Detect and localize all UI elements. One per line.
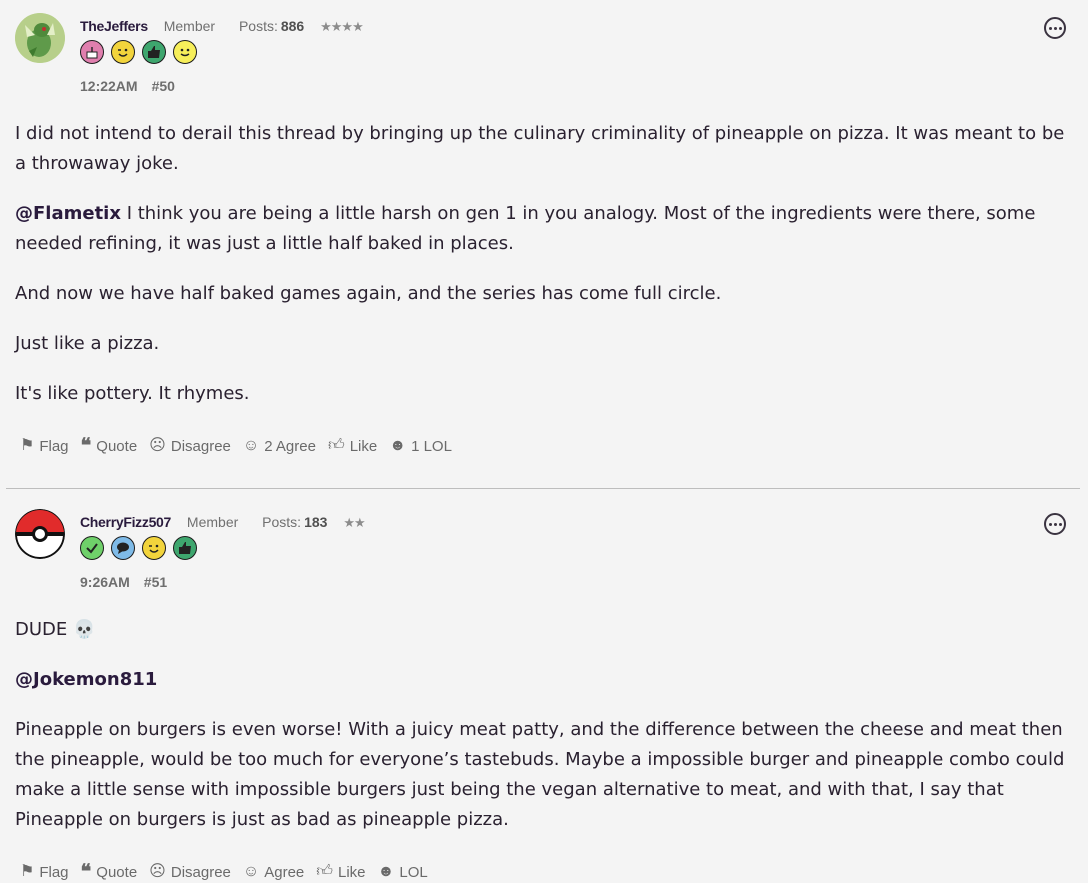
wink-badge-icon[interactable] — [142, 536, 166, 560]
post-time[interactable]: 12:22AM — [80, 78, 138, 94]
user-avatar-thejeffers[interactable] — [15, 13, 65, 63]
paragraph-text: I think you are being a little harsh on … — [15, 203, 1036, 254]
agree-button[interactable]: ☺ 2 Agree — [243, 438, 316, 455]
post-paragraph: And now we have half baked games again, … — [15, 279, 1068, 309]
wink-badge-icon[interactable] — [111, 40, 135, 64]
quote-label: Quote — [96, 437, 138, 455]
paragraph-text: Just like a pizza. — [15, 333, 160, 354]
laugh-icon: ☻ — [389, 437, 407, 454]
smile-badge-icon[interactable] — [173, 40, 197, 64]
like-button[interactable]: 👍︎ Like — [316, 864, 365, 881]
user-role: Member — [163, 18, 216, 34]
post-divider — [6, 488, 1080, 489]
flag-icon: ⚑ — [20, 863, 35, 880]
badge-list — [80, 536, 197, 560]
agree-label: 2 Agree — [264, 437, 316, 455]
flag-label: Flag — [39, 437, 69, 455]
rank-stars: ★★ — [343, 515, 365, 530]
post-paragraph: @Flametix I think you are being a little… — [15, 199, 1068, 259]
smile-icon: ☺ — [242, 437, 260, 454]
flag-button[interactable]: ⚑ Flag — [20, 864, 69, 881]
rank-stars: ★★★★ — [320, 19, 364, 34]
post-paragraph: I did not intend to derail this thread b… — [15, 119, 1068, 179]
lol-label: 1 LOL — [411, 437, 452, 455]
speech-badge-icon[interactable] — [111, 536, 135, 560]
posts-label: Posts: — [238, 18, 278, 34]
post-timestamp: 12:22AM #50 — [80, 78, 175, 94]
quote-button[interactable]: ❝ Quote — [81, 436, 138, 456]
paragraph-text: I did not intend to derail this thread b… — [15, 123, 1065, 174]
thumbs-up-badge-icon[interactable] — [173, 536, 197, 560]
smile-icon: ☺ — [242, 863, 260, 880]
posts-count: 183 — [304, 514, 328, 530]
cake-badge-icon[interactable] — [80, 40, 104, 64]
like-button[interactable]: 👍︎ Like — [328, 438, 377, 455]
like-label: Like — [338, 863, 366, 881]
like-label: Like — [349, 437, 378, 455]
paragraph-text: DUDE 💀 — [15, 619, 96, 640]
post-menu-button[interactable] — [1044, 17, 1066, 39]
user-avatar-cherryfizz507[interactable] — [15, 509, 65, 559]
thumbs-up-icon: 👍︎ — [316, 863, 333, 880]
agree-label: Agree — [264, 863, 305, 881]
post-menu-button[interactable] — [1044, 513, 1066, 535]
thumbs-up-badge-icon[interactable] — [142, 40, 166, 64]
disagree-label: Disagree — [170, 863, 231, 881]
post-meta: CherryFizz507 Member Posts: 183 ★★ — [80, 514, 366, 531]
username[interactable]: CherryFizz507 — [80, 514, 171, 530]
posts-count: 886 — [280, 18, 305, 34]
thumbs-up-icon: 👍︎ — [327, 437, 345, 454]
paragraph-text: It's like pottery. It rhymes. — [15, 383, 250, 404]
laugh-icon: ☻ — [377, 863, 395, 880]
post-paragraph: @Jokemon811 — [15, 665, 1068, 695]
post-paragraph: Just like a pizza. — [15, 329, 1068, 359]
paragraph-text: And now we have half baked games again, … — [15, 283, 722, 304]
post-actions: ⚑ Flag ❝ Quote ☹ Disagree ☺ Agree 👍︎ Like ☻ LO… — [20, 862, 428, 882]
lol-label: LOL — [399, 863, 428, 881]
disagree-button[interactable]: ☹ Disagree — [149, 438, 231, 455]
quote-icon: ❝ — [80, 435, 92, 457]
quote-label: Quote — [96, 863, 138, 881]
post-50: TheJeffers Member Posts: 886 ★★★★ 12:22AM… — [0, 0, 1088, 486]
post-number[interactable]: #50 — [152, 78, 175, 94]
post-actions: ⚑ Flag ❝ Quote ☹ Disagree ☺ 2 Agree 👍︎ Like ☻… — [20, 436, 452, 456]
agree-button[interactable]: ☺ Agree — [243, 864, 304, 881]
post-paragraph: It's like pottery. It rhymes. — [15, 379, 1068, 409]
disagree-label: Disagree — [170, 437, 231, 455]
frown-icon: ☹ — [149, 863, 166, 880]
quote-icon: ❝ — [80, 861, 92, 883]
quote-button[interactable]: ❝ Quote — [81, 862, 138, 882]
post-paragraph: DUDE 💀 — [15, 615, 1068, 645]
post-paragraph: Pineapple on burgers is even worse! With… — [15, 715, 1068, 835]
frown-icon: ☹ — [149, 437, 166, 454]
lol-button[interactable]: ☻ LOL — [378, 864, 428, 881]
username[interactable]: TheJeffers — [80, 18, 148, 34]
mention-link[interactable]: @Flametix — [15, 203, 121, 224]
lol-button[interactable]: ☻ 1 LOL — [389, 438, 452, 455]
flag-icon: ⚑ — [20, 437, 35, 454]
post-meta: TheJeffers Member Posts: 886 ★★★★ — [80, 18, 364, 35]
paragraph-text: Pineapple on burgers is even worse! With… — [15, 719, 1065, 830]
post-time[interactable]: 9:26AM — [80, 574, 130, 590]
badge-list — [80, 40, 197, 64]
user-role: Member — [186, 514, 239, 530]
disagree-button[interactable]: ☹ Disagree — [149, 864, 231, 881]
mention-link[interactable]: @Jokemon811 — [15, 669, 157, 690]
check-badge-icon[interactable] — [80, 536, 104, 560]
post-timestamp: 9:26AM #51 — [80, 574, 167, 590]
post-number[interactable]: #51 — [144, 574, 167, 590]
flag-button[interactable]: ⚑ Flag — [20, 438, 69, 455]
posts-label: Posts: — [262, 514, 302, 530]
flag-label: Flag — [39, 863, 69, 881]
